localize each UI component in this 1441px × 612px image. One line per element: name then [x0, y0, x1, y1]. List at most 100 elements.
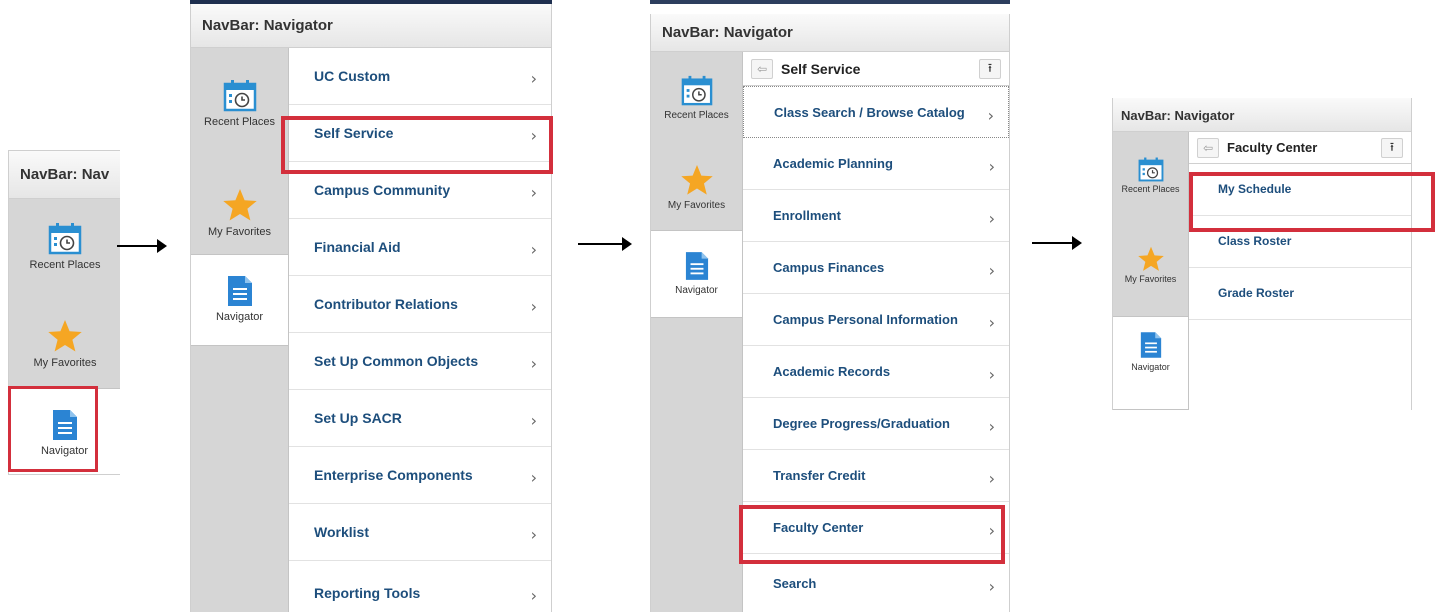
- chevron-right-icon: ›: [988, 313, 995, 332]
- menu-item-label: Class Search / Browse Catalog: [774, 105, 965, 120]
- tab-label-navigator: Navigator: [675, 285, 718, 296]
- menu-item-label: Financial Aid: [314, 239, 401, 255]
- menu-item-label: Academic Records: [773, 364, 891, 379]
- calendar-clock-icon: [681, 75, 712, 106]
- star-icon: [680, 164, 713, 195]
- menu-item-campus-finances[interactable]: Campus Finances ›: [743, 242, 1009, 294]
- navbar-header: NavBar: Navigator: [191, 4, 551, 48]
- menu-item-label: Grade Roster: [1218, 286, 1295, 300]
- navbar-header: NavBar: Navigator: [1113, 98, 1411, 132]
- chevron-right-icon: ›: [988, 577, 995, 596]
- submenu-header: ⇦ Self Service ⭱: [743, 52, 1009, 86]
- menu-item-reporting-tools[interactable]: Reporting Tools ›: [289, 561, 551, 612]
- tab-my-favorites[interactable]: My Favorites: [1113, 246, 1188, 284]
- tab-my-favorites[interactable]: My Favorites: [651, 164, 742, 211]
- flow-arrow-2: [578, 237, 632, 251]
- menu-item-contributor-relations[interactable]: Contributor Relations ›: [289, 276, 551, 333]
- menu-item-label: Campus Finances: [773, 260, 885, 275]
- tab-label-favorites: My Favorites: [1124, 274, 1177, 284]
- chevron-right-icon: ›: [530, 297, 537, 316]
- chevron-right-icon: ›: [988, 365, 995, 384]
- menu-item-label: Enterprise Components: [314, 467, 473, 483]
- menu-item-academic-planning[interactable]: Academic Planning ›: [743, 138, 1009, 190]
- chevron-right-icon: ›: [988, 261, 995, 280]
- menu-item-label: Transfer Credit: [773, 468, 866, 483]
- submenu-header: ⇦ Faculty Center ⭱: [1189, 132, 1411, 164]
- tab-navigator[interactable]: Navigator: [1113, 316, 1189, 410]
- tab-label-recent: Recent Places: [664, 110, 729, 121]
- menu-item-enrollment[interactable]: Enrollment ›: [743, 190, 1009, 242]
- tab-navigator[interactable]: Navigator: [191, 254, 288, 346]
- menu-item-label: Campus Community: [314, 182, 451, 198]
- navbar-panel-root: NavBar: Navigator Recent Places My Favor…: [190, 4, 552, 612]
- tab-my-favorites[interactable]: My Favorites: [9, 319, 120, 369]
- menu-item-label: Set Up SACR: [314, 410, 402, 426]
- chevron-right-icon: ›: [530, 69, 537, 88]
- navbar-title: NavBar: Nav: [20, 166, 110, 183]
- highlight-navigator: [8, 386, 98, 472]
- chevron-right-icon: ›: [530, 183, 537, 202]
- tab-label-recent: Recent Places: [204, 116, 275, 128]
- menu-item-set-up-common-objects[interactable]: Set Up Common Objects ›: [289, 333, 551, 390]
- chevron-right-icon: ›: [530, 240, 537, 259]
- calendar-clock-icon: [1138, 157, 1163, 182]
- star-icon: [1137, 246, 1164, 271]
- menu-item-degree-progress[interactable]: Degree Progress/Graduation ›: [743, 398, 1009, 450]
- chevron-right-icon: ›: [530, 354, 537, 373]
- menu-item-label: Set Up Common Objects: [314, 353, 479, 369]
- document-icon: [1140, 332, 1161, 358]
- menu-item-label: Enrollment: [773, 208, 841, 223]
- menu-item-transfer-credit[interactable]: Transfer Credit ›: [743, 450, 1009, 502]
- highlight-my-schedule: [1189, 172, 1435, 232]
- tab-recent-places[interactable]: Recent Places: [191, 78, 288, 128]
- document-icon: [227, 276, 252, 306]
- chevron-right-icon: ›: [988, 469, 995, 488]
- tab-label-recent: Recent Places: [29, 259, 101, 271]
- back-arrow-icon[interactable]: ⇦: [1197, 138, 1219, 158]
- menu-item-enterprise-components[interactable]: Enterprise Components ›: [289, 447, 551, 504]
- tab-label-recent: Recent Places: [1121, 184, 1180, 194]
- tab-recent-places[interactable]: Recent Places: [9, 221, 120, 271]
- menu-item-label: Reporting Tools: [314, 585, 421, 601]
- navbar-title: NavBar: Navigator: [662, 24, 793, 41]
- tab-navigator[interactable]: Navigator: [651, 230, 742, 318]
- chevron-right-icon: ›: [530, 411, 537, 430]
- menu-item-label: Academic Planning: [773, 156, 893, 171]
- chevron-right-icon: ›: [987, 106, 994, 125]
- menu-item-label: Search: [773, 576, 817, 591]
- menu-item-label: Campus Personal Information: [773, 312, 958, 327]
- menu-item-label: Degree Progress/Graduation: [773, 416, 950, 431]
- tab-my-favorites[interactable]: My Favorites: [191, 188, 288, 238]
- menu-item-financial-aid[interactable]: Financial Aid ›: [289, 219, 551, 276]
- tab-label-favorites: My Favorites: [33, 357, 97, 369]
- document-icon: [685, 252, 708, 280]
- flow-arrow-3: [1032, 236, 1082, 250]
- highlight-self-service: [281, 116, 553, 174]
- tab-label-navigator: Navigator: [215, 311, 264, 323]
- menu-item-academic-records[interactable]: Academic Records ›: [743, 346, 1009, 398]
- menu-item-campus-personal-information[interactable]: Campus Personal Information ›: [743, 294, 1009, 346]
- chevron-right-icon: ›: [530, 525, 537, 544]
- star-icon: [48, 320, 82, 352]
- tab-recent-places[interactable]: Recent Places: [651, 74, 742, 121]
- menu-item-worklist[interactable]: Worklist ›: [289, 504, 551, 561]
- menu-item-uc-custom[interactable]: UC Custom ›: [289, 48, 551, 105]
- highlight-faculty-center: [739, 505, 1005, 564]
- menu-item-label: Contributor Relations: [314, 296, 458, 312]
- chevron-right-icon: ›: [988, 417, 995, 436]
- menu-item-set-up-sacr[interactable]: Set Up SACR ›: [289, 390, 551, 447]
- tab-recent-places[interactable]: Recent Places: [1113, 156, 1188, 194]
- calendar-clock-icon: [48, 223, 82, 255]
- calendar-clock-icon: [223, 80, 256, 112]
- top-arrow-icon[interactable]: ⭱: [979, 59, 1001, 79]
- tab-label-navigator: Navigator: [1131, 362, 1170, 372]
- navbar-header: NavBar: Nav: [9, 151, 120, 199]
- star-icon: [222, 189, 257, 221]
- tab-label-favorites: My Favorites: [208, 226, 271, 238]
- top-arrow-icon[interactable]: ⭱: [1381, 138, 1403, 158]
- menu-item-class-search[interactable]: Class Search / Browse Catalog ›: [743, 86, 1009, 138]
- menu-item-label: Worklist: [314, 524, 369, 540]
- back-arrow-icon[interactable]: ⇦: [751, 59, 773, 79]
- navbar-title: NavBar: Navigator: [1121, 108, 1235, 123]
- menu-item-grade-roster[interactable]: Grade Roster: [1189, 268, 1411, 320]
